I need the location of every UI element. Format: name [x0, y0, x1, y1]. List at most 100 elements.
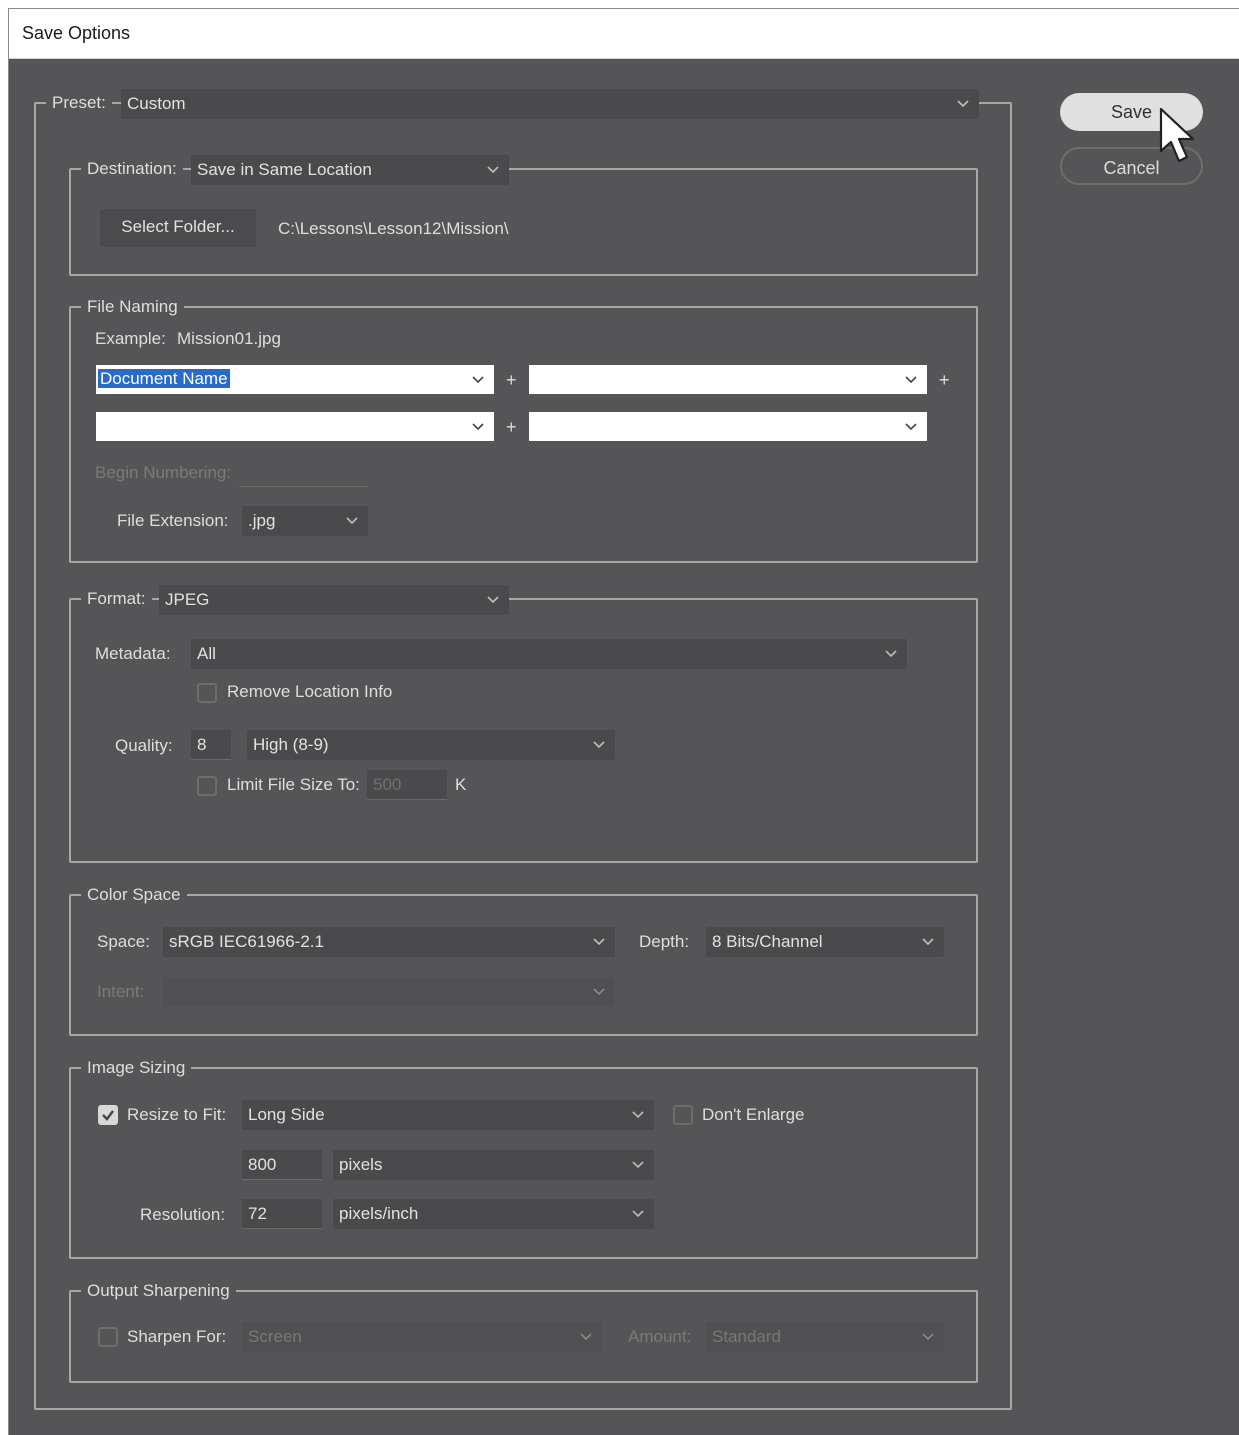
sharpen-for-select[interactable]: Screen	[242, 1322, 602, 1352]
chevron-down-icon	[472, 423, 484, 431]
chevron-down-icon	[346, 517, 358, 525]
chevron-down-icon	[593, 988, 605, 996]
file-naming-field-4[interactable]	[529, 412, 927, 441]
resolution-unit-value: pixels/inch	[339, 1204, 419, 1223]
format-label: Format:	[81, 589, 152, 609]
preset-value: Custom	[127, 94, 186, 113]
image-sizing-legend: Image Sizing	[81, 1058, 192, 1078]
destination-value: Save in Same Location	[197, 160, 372, 179]
resize-to-fit-checkbox[interactable]	[98, 1105, 118, 1125]
chevron-down-icon	[922, 938, 934, 946]
intent-select[interactable]	[163, 977, 615, 1007]
destination-path: C:\Lessons\Lesson12\Mission\	[278, 219, 509, 238]
quality-label: Quality:	[115, 736, 173, 755]
limit-file-size-checkbox[interactable]	[197, 776, 217, 796]
select-folder-button[interactable]: Select Folder...	[100, 209, 256, 247]
quality-input[interactable]: 8	[191, 730, 231, 760]
size-value: 800	[248, 1155, 277, 1174]
amount-select[interactable]: Standard	[706, 1322, 944, 1352]
quality-value: 8	[197, 735, 207, 754]
file-extension-value: .jpg	[248, 511, 276, 530]
file-extension-label: File Extension:	[117, 511, 229, 530]
chevron-down-icon	[885, 650, 897, 658]
resize-to-fit-value: Long Side	[248, 1105, 325, 1124]
resize-to-fit-select[interactable]: Long Side	[242, 1100, 654, 1130]
resize-to-fit-label: Resize to Fit:	[127, 1105, 227, 1124]
metadata-select[interactable]: All	[191, 639, 907, 669]
plus-icon: +	[939, 370, 950, 390]
begin-numbering-label: Begin Numbering:	[95, 463, 232, 482]
format-value: JPEG	[165, 590, 210, 609]
save-options-dialog: Save Options Preset: Custom Save Cancel …	[8, 8, 1239, 1435]
preset-select[interactable]: Custom	[121, 89, 979, 119]
file-naming-field-1-value: Document Name	[98, 369, 230, 388]
chevron-down-icon	[487, 596, 499, 604]
destination-select[interactable]: Save in Same Location	[191, 155, 509, 185]
file-naming-legend: File Naming	[81, 297, 184, 317]
example-label: Example:	[95, 329, 166, 348]
preset-label: Preset:	[46, 93, 112, 113]
chevron-down-icon	[593, 741, 605, 749]
space-value: sRGB IEC61966-2.1	[169, 932, 324, 951]
chevron-down-icon	[487, 166, 499, 174]
quality-preset-value: High (8-9)	[253, 735, 329, 754]
metadata-label: Metadata:	[95, 644, 171, 663]
depth-select[interactable]: 8 Bits/Channel	[706, 927, 944, 957]
file-extension-select[interactable]: .jpg	[242, 506, 368, 536]
chevron-down-icon	[472, 376, 484, 384]
title-bar: Save Options	[9, 9, 1239, 59]
color-space-group	[69, 894, 978, 1036]
resolution-label: Resolution:	[140, 1205, 226, 1224]
dont-enlarge-checkbox[interactable]	[673, 1105, 693, 1125]
sharpen-for-value: Screen	[248, 1327, 302, 1346]
chevron-down-icon	[922, 1333, 934, 1341]
remove-location-label: Remove Location Info	[227, 682, 393, 701]
chevron-down-icon	[905, 376, 917, 384]
limit-file-size-input[interactable]: 500	[367, 770, 447, 800]
resolution-input[interactable]: 72	[242, 1199, 322, 1229]
sharpen-for-checkbox[interactable]	[98, 1327, 118, 1347]
file-naming-field-1[interactable]: Document Name	[96, 365, 494, 394]
chevron-down-icon	[593, 938, 605, 946]
depth-label: Depth:	[639, 932, 690, 951]
output-sharpening-legend: Output Sharpening	[81, 1281, 236, 1301]
intent-label: Intent:	[97, 982, 145, 1001]
chevron-down-icon	[905, 423, 917, 431]
limit-file-size-unit: K	[455, 775, 467, 794]
size-unit-select[interactable]: pixels	[333, 1150, 654, 1180]
size-unit-value: pixels	[339, 1155, 383, 1174]
file-naming-field-3[interactable]	[96, 412, 494, 441]
chevron-down-icon	[632, 1210, 644, 1218]
sharpen-for-label: Sharpen For:	[127, 1327, 227, 1346]
size-input[interactable]: 800	[242, 1150, 322, 1180]
destination-label: Destination:	[81, 159, 183, 179]
space-select[interactable]: sRGB IEC61966-2.1	[163, 927, 615, 957]
metadata-value: All	[197, 644, 216, 663]
amount-label: Amount:	[628, 1327, 692, 1346]
quality-preset-select[interactable]: High (8-9)	[247, 730, 615, 760]
color-space-legend: Color Space	[81, 885, 187, 905]
depth-value: 8 Bits/Channel	[712, 932, 823, 951]
resolution-value: 72	[248, 1204, 267, 1223]
chevron-down-icon	[632, 1111, 644, 1119]
begin-numbering-input[interactable]	[239, 457, 367, 487]
limit-file-size-label: Limit File Size To:	[227, 775, 360, 794]
chevron-down-icon	[580, 1333, 592, 1341]
example-value: Mission01.jpg	[177, 329, 281, 348]
plus-icon: +	[506, 417, 517, 437]
format-select[interactable]: JPEG	[159, 585, 509, 615]
chevron-down-icon	[632, 1161, 644, 1169]
chevron-down-icon	[957, 100, 969, 108]
space-label: Space:	[97, 932, 150, 951]
dont-enlarge-label: Don't Enlarge	[702, 1105, 805, 1124]
window-title: Save Options	[22, 23, 131, 43]
select-folder-label: Select Folder...	[121, 217, 235, 236]
remove-location-checkbox[interactable]	[197, 683, 217, 703]
limit-file-size-value: 500	[373, 775, 402, 794]
file-naming-field-2[interactable]	[529, 365, 927, 394]
plus-icon: +	[506, 370, 517, 390]
amount-value: Standard	[712, 1327, 781, 1346]
mouse-cursor-icon	[1159, 107, 1195, 163]
checkmark-icon	[102, 1110, 114, 1121]
resolution-unit-select[interactable]: pixels/inch	[333, 1199, 654, 1229]
